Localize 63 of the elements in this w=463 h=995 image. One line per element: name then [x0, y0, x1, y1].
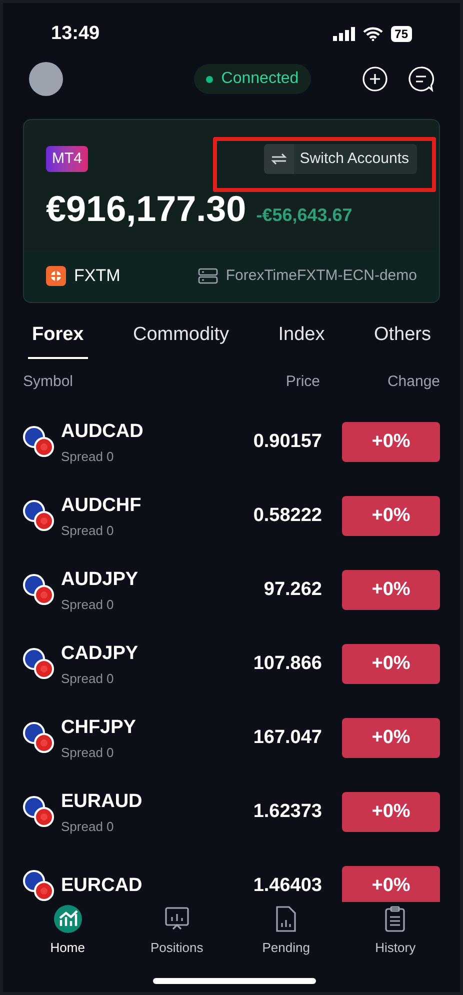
nav-tab[interactable]: Pending [241, 904, 332, 958]
currency-pair-icon [23, 500, 55, 532]
change-button[interactable]: +0% [342, 792, 440, 832]
column-header: Price [284, 372, 320, 392]
change-button[interactable]: +0% [342, 570, 440, 610]
spread-label: Spread 0 [61, 670, 115, 688]
currency-pair-icon [23, 574, 55, 606]
spread-label: Spread 0 [61, 818, 115, 836]
spread-label: Spread 0 [61, 448, 115, 466]
column-header: Change [386, 372, 440, 392]
server-name: ForexTimeFXTM-ECN-demo [226, 266, 417, 286]
price: 1.46403 [252, 874, 322, 898]
category-tab[interactable]: Index [274, 320, 329, 359]
column-header: Symbol [23, 372, 74, 392]
swap-icon [270, 153, 287, 165]
category-tab[interactable]: Commodity [128, 320, 234, 359]
symbol-name: CADJPY [61, 642, 140, 666]
symbol-name: CHFJPY [61, 716, 137, 740]
change-button[interactable]: +0% [342, 866, 440, 902]
platform-badge: MT4 [46, 146, 88, 172]
change-button[interactable]: +0% [342, 422, 440, 462]
currency-pair-icon [23, 796, 55, 828]
spread-label: Spread 0 [61, 596, 115, 614]
account-balance: €916,177.30 [46, 187, 246, 231]
change-button[interactable]: +0% [342, 718, 440, 758]
connection-label: Connected [221, 69, 299, 89]
price: 167.047 [252, 726, 322, 750]
nav-tab[interactable]: Home [22, 904, 113, 958]
status-time: 13:49 [51, 22, 100, 46]
currency-pair-icon [23, 870, 55, 902]
home-chart-icon [52, 904, 83, 934]
category-tab[interactable]: Others [370, 320, 435, 359]
broker-name: FXTM [74, 265, 120, 288]
nav-tab[interactable]: History [350, 904, 440, 958]
price: 0.90157 [252, 430, 322, 454]
profit-loss: -€56,643.67 [256, 204, 352, 227]
symbol-name: AUDCAD [61, 420, 144, 444]
chat-icon[interactable] [408, 66, 434, 92]
wifi-icon [362, 27, 383, 41]
price: 0.58222 [252, 504, 322, 528]
change-button[interactable]: +0% [342, 644, 440, 684]
currency-pair-icon [23, 648, 55, 680]
currency-pair-icon [23, 722, 55, 754]
server-icon [198, 268, 218, 284]
change-button[interactable]: +0% [342, 496, 440, 536]
add-icon[interactable] [362, 66, 388, 92]
avatar[interactable] [29, 62, 63, 96]
spread-label: Spread 0 [61, 744, 115, 762]
symbol-name: AUDCHF [61, 494, 142, 518]
category-tab[interactable]: Forex [28, 320, 88, 359]
broker-logo-icon [46, 266, 66, 286]
currency-pair-icon [23, 426, 55, 458]
price: 97.262 [262, 578, 322, 602]
nav-tab[interactable]: Positions [132, 904, 222, 958]
signal-icon [332, 27, 355, 41]
spread-label: Spread 0 [61, 522, 115, 540]
symbol-name: AUDJPY [61, 568, 140, 592]
battery-level: 75 [390, 26, 412, 42]
price: 1.62373 [252, 800, 322, 824]
symbol-name: EURCAD [61, 874, 144, 898]
price: 107.866 [252, 652, 322, 676]
switch-accounts-button[interactable]: Switch Accounts [264, 144, 417, 174]
symbol-name: EURAUD [61, 790, 144, 814]
